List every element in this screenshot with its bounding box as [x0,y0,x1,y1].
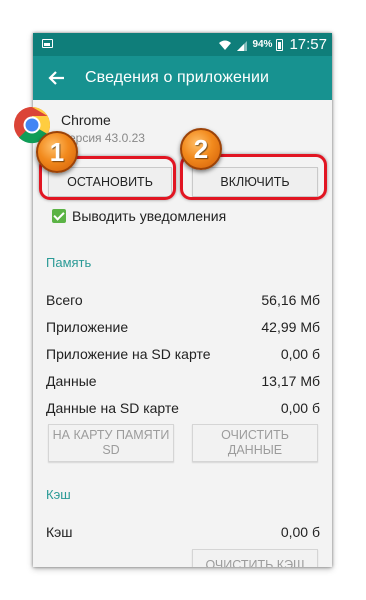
signal-icon [236,39,248,51]
move-to-sd-button[interactable]: НА КАРТУ ПАМЯТИ SD [48,424,174,462]
row-label: Кэш [46,524,73,540]
notifications-toggle[interactable]: Выводить уведомления [52,208,226,224]
row-label: Приложение [46,319,129,335]
step-badge-1: 1 [36,131,78,173]
clock: 17:57 [289,36,327,53]
app-version: Версия 43.0.23 [61,131,145,145]
row-value: 56,16 Мб [261,292,320,308]
wifi-icon [218,39,232,51]
memory-row: Приложение на SD карте 0,00 б [46,346,320,362]
row-value: 42,99 Мб [261,319,320,335]
page-title: Сведения о приложении [85,69,270,86]
gallery-notification-icon [42,39,53,48]
memory-row: Всего 56,16 Мб [46,292,320,308]
cache-row: Кэш 0,00 б [46,524,320,540]
row-value: 0,00 б [280,524,320,540]
row-value: 0,00 б [280,346,320,362]
row-label: Всего [46,292,83,308]
memory-row: Данные 13,17 Мб [46,373,320,389]
battery-percent: 94% [252,39,273,50]
notifications-checkbox[interactable] [52,209,66,223]
notifications-label: Выводить уведомления [72,208,227,224]
back-arrow-icon[interactable] [47,68,67,88]
memory-row: Приложение 42,99 Мб [46,319,320,335]
row-label: Приложение на SD карте [46,346,211,362]
memory-heading: Память [46,255,92,270]
battery-icon [276,38,284,51]
clear-data-button[interactable]: ОЧИСТИТЬ ДАННЫЕ [192,424,318,462]
row-value: 13,17 Мб [261,373,320,389]
row-label: Данные [46,373,97,389]
cache-heading: Кэш [46,487,71,502]
step-badge-2: 2 [180,128,222,170]
app-name: Chrome [61,112,111,128]
clear-cache-button[interactable]: ОЧИСТИТЬ КЭШ [192,549,318,567]
clear-cache-clip: ОЧИСТИТЬ КЭШ [33,544,332,567]
status-bar: 94% 17:57 [33,33,332,56]
row-value: 0,00 б [280,400,320,416]
memory-row: Данные на SD карте 0,00 б [46,400,320,416]
row-label: Данные на SD карте [46,400,179,416]
action-bar: Сведения о приложении [33,56,332,100]
